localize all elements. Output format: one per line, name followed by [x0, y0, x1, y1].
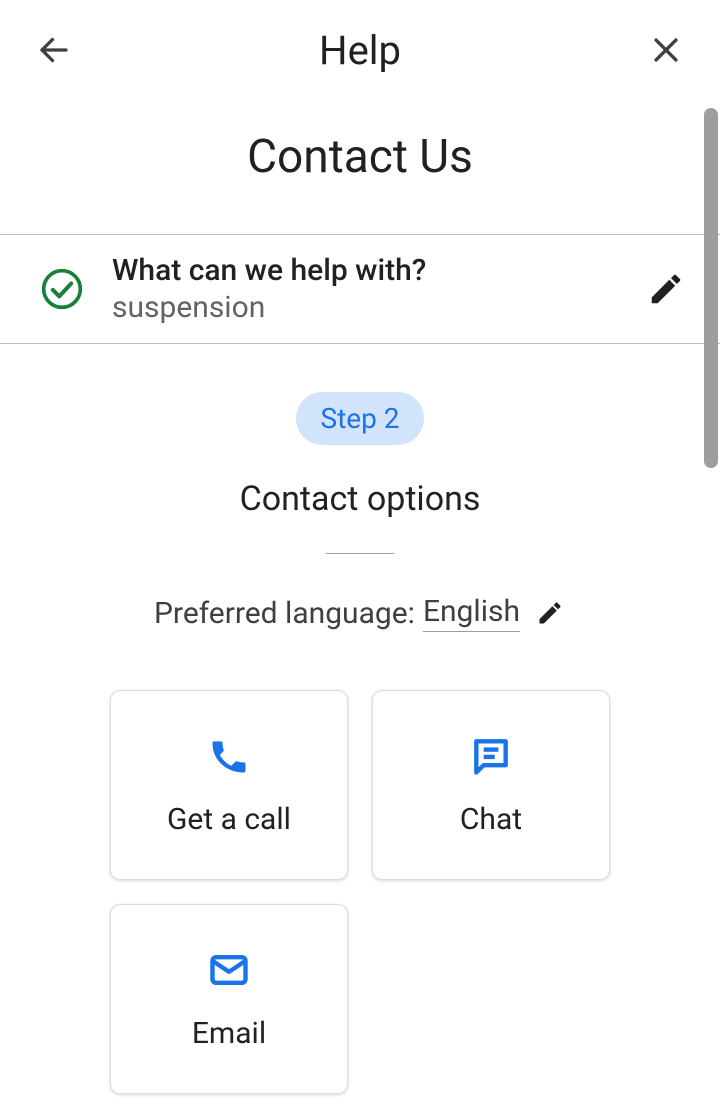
divider [326, 553, 394, 554]
email-icon [207, 948, 251, 992]
phone-icon [207, 734, 251, 778]
check-circle-icon [40, 267, 84, 311]
preferred-language-row: Preferred language: English [0, 594, 720, 632]
edit-language-button[interactable] [534, 597, 566, 629]
close-icon [649, 33, 683, 67]
step1-answer: suspension [112, 290, 614, 325]
language-value: English [423, 594, 520, 632]
back-button[interactable] [30, 26, 78, 74]
close-button[interactable] [642, 26, 690, 74]
step1-text: What can we help with? suspension [112, 253, 614, 325]
step2-badge: Step 2 [296, 392, 423, 445]
language-label: Preferred language: [154, 596, 415, 631]
step2-badge-wrap: Step 2 [0, 392, 720, 445]
get-a-call-option[interactable]: Get a call [110, 690, 348, 880]
chat-icon [469, 734, 513, 778]
option-label: Email [192, 1016, 266, 1051]
contact-options-title: Contact options [0, 479, 720, 519]
arrow-back-icon [36, 32, 72, 68]
contact-options-grid: Get a call Chat Email [0, 690, 720, 1094]
step1-question: What can we help with? [112, 253, 614, 288]
option-label: Chat [460, 802, 522, 837]
email-option[interactable]: Email [110, 904, 348, 1094]
step1-summary-row: What can we help with? suspension [0, 234, 720, 344]
pencil-icon [536, 599, 564, 627]
header: Help [0, 0, 720, 100]
page-title: Contact Us [0, 100, 720, 234]
option-label: Get a call [167, 802, 291, 837]
scrollbar[interactable] [704, 108, 718, 468]
pencil-icon [647, 270, 685, 308]
chat-option[interactable]: Chat [372, 690, 610, 880]
header-title: Help [319, 27, 401, 74]
edit-step1-button[interactable] [642, 265, 690, 313]
